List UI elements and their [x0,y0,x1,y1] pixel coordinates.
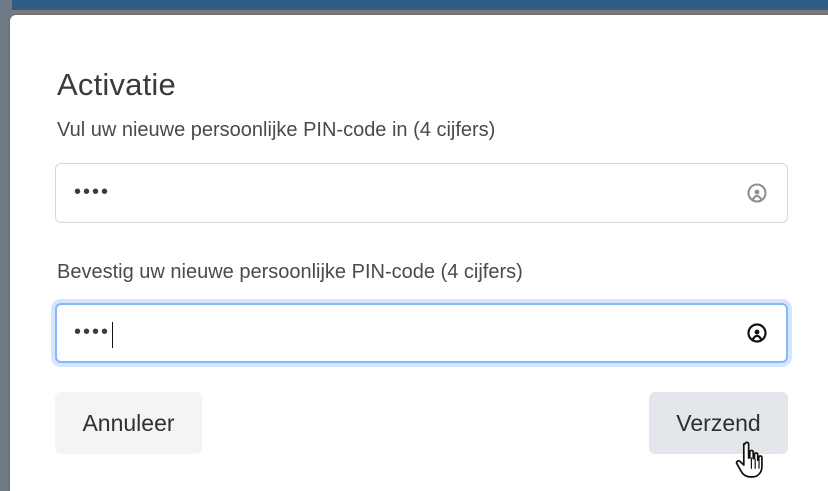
confirm-pin-masked-value: •••• [74,321,111,343]
submit-button[interactable]: Verzend [649,392,788,454]
confirm-pin-input-content: •••• [74,320,769,348]
page-header-strip [0,0,828,10]
pin-label: Vul uw nieuwe persoonlijke PIN-code in (… [57,119,496,141]
confirm-pin-input[interactable]: •••• [55,303,788,363]
pin-input[interactable]: •••• [55,163,788,223]
modal-title: Activatie [57,67,176,102]
cancel-button[interactable]: Annuleer [55,392,202,454]
pin-input-content: •••• [74,181,769,205]
pin-masked-value: •••• [74,181,111,203]
password-manager-icon[interactable] [745,321,769,345]
password-manager-icon[interactable] [745,181,769,205]
cancel-button-label: Annuleer [82,409,175,436]
confirm-pin-label: Bevestig uw nieuwe persoonlijke PIN-code… [57,261,523,283]
activation-modal: Activatie Vul uw nieuwe persoonlijke PIN… [10,15,828,491]
submit-button-label: Verzend [676,409,761,436]
text-caret [112,322,114,348]
